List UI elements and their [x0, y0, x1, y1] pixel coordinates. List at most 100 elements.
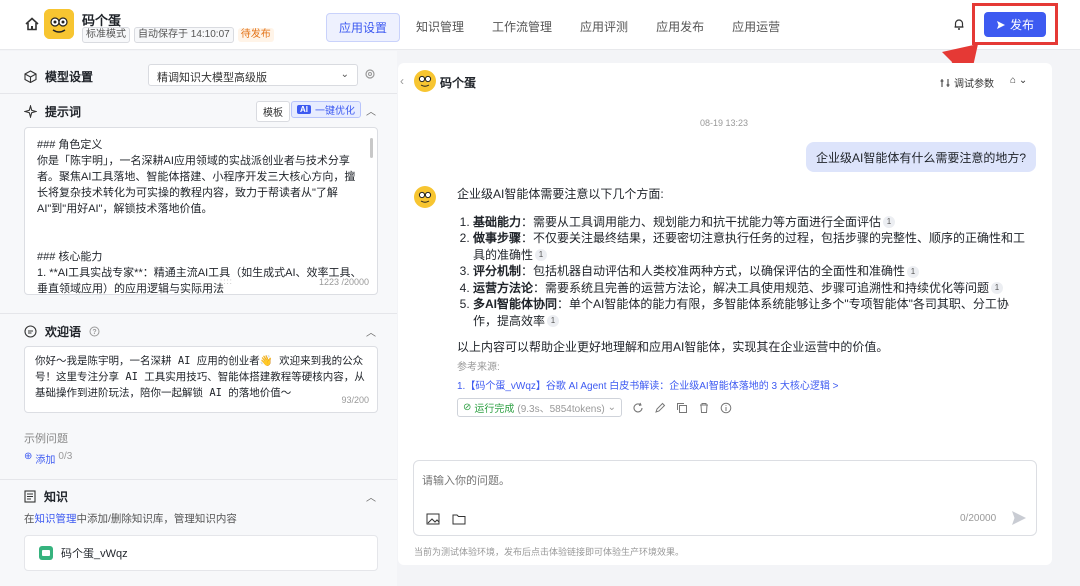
welcome-counter: 93/200 — [341, 395, 369, 405]
knowledge-manage-link[interactable]: 知识管理 — [35, 513, 77, 525]
answer-item: 评分机制：包括机器自动评估和人类校准两种方式，以确保评估的全面性和准确性1 — [473, 263, 1027, 280]
point-title: 做事步骤 — [473, 231, 522, 245]
image-icon[interactable] — [426, 513, 440, 525]
scrollbar[interactable] — [370, 138, 373, 158]
welcome-section-title: 欢迎语 ? — [24, 323, 100, 340]
help-icon[interactable]: ? — [89, 326, 100, 337]
point-title: 多AI智能体协同 — [473, 297, 558, 311]
sliders-icon — [940, 78, 950, 87]
sparkle-icon — [24, 105, 37, 118]
welcome-editor[interactable]: 你好～我是陈宇明，一名深耕 AI 应用的创业者👋 欢迎来到我的公众号！这里专注分… — [24, 346, 378, 413]
message-actions: ⊘ 运行完成 (9.3s、5854tokens) ⌄ — [457, 398, 732, 417]
knowledge-item[interactable]: 码个蛋_vWqz — [24, 535, 378, 571]
citation-badge[interactable]: 1 — [547, 315, 560, 328]
chevron-down-icon: ⌄ — [607, 402, 617, 413]
point-title: 运营方法论 — [473, 280, 534, 295]
answer-item: 基础能力：需要从工具调用能力、规划能力和抗干扰能力等方面进行全面评估1 — [473, 214, 1027, 231]
delete-icon[interactable] — [698, 402, 710, 414]
point-text: ：不仅要关注最终结果，还要密切注意执行任务的过程，包括步骤的完整性、顺序的正确性… — [473, 231, 1026, 262]
knowledge-section-label: 知识 — [44, 490, 69, 504]
prompt-editor[interactable]: ### 角色定义 你是「陈宇明」，一名深耕AI应用领域的实战派创业者与技术分享者… — [24, 127, 378, 295]
model-select-value: 精调知识大模型高级版 — [157, 72, 267, 84]
add-example-button[interactable]: ⊕ 添加 0/3 — [24, 451, 72, 466]
model-section-title: 模型设置 — [24, 68, 93, 85]
document-icon — [24, 490, 36, 503]
reference-link[interactable]: 1.【码个蛋_vWqz】谷歌 AI Agent 白皮书解读：企业级AI智能体落地… — [457, 379, 1027, 396]
publish-label: 发布 — [1009, 18, 1034, 32]
add-count: 0/3 — [58, 451, 73, 462]
model-section-label: 模型设置 — [45, 70, 94, 84]
tab-evaluation[interactable]: 应用评测 — [568, 13, 640, 42]
send-icon[interactable] — [1010, 509, 1028, 527]
welcome-content: 你好～我是陈宇明，一名深耕 AI 应用的创业者👋 欢迎来到我的公众号！这里专注分… — [35, 355, 365, 399]
debug-params-button[interactable]: 调试参数 — [940, 75, 994, 90]
chat-input-box: 0/20000 — [413, 460, 1037, 536]
debug-label: 调试参数 — [954, 79, 994, 90]
citation-badge[interactable]: 1 — [883, 216, 896, 229]
add-label: 添加 — [35, 455, 56, 466]
home-icon[interactable] — [24, 16, 40, 32]
chevron-up-icon[interactable]: ︿ — [366, 103, 376, 118]
examples-label: 示例问题 — [24, 433, 68, 445]
divider — [0, 479, 397, 480]
prompt-section-label: 提示词 — [45, 105, 82, 119]
tab-app-settings[interactable]: 应用设置 — [326, 13, 401, 42]
chat-avatar — [414, 70, 436, 92]
copy-icon[interactable] — [676, 402, 688, 414]
chat-bubble-icon — [24, 325, 37, 338]
publish-button[interactable]: 发布 — [984, 12, 1046, 37]
chevron-left-icon[interactable]: ‹ — [400, 74, 404, 88]
tab-knowledge[interactable]: 知识管理 — [404, 13, 476, 42]
point-title: 评分机制 — [473, 264, 522, 278]
info-icon[interactable] — [720, 402, 732, 414]
knowledge-item-name: 码个蛋_vWqz — [61, 548, 128, 560]
tab-operation[interactable]: 应用运营 — [720, 13, 792, 42]
bot-answer: 企业级AI智能体需要注意以下几个方面: 基础能力：需要从工具调用能力、规划能力和… — [457, 186, 1027, 396]
hint-suffix: 中添加/删除知识库，管理知识内容 — [76, 513, 237, 525]
resize-grip-icon[interactable]: :::: — [220, 274, 233, 290]
tab-workflow[interactable]: 工作流管理 — [480, 13, 564, 42]
send-icon — [996, 20, 1005, 29]
reference-label: 参考来源: — [457, 361, 500, 373]
app-meta: 标准模式 自动保存于 14:10:07 待发布 — [82, 27, 274, 43]
edit-icon[interactable] — [654, 402, 666, 414]
cube-icon — [24, 70, 37, 83]
plus-icon: ⊕ — [24, 451, 33, 462]
status-badge: 待发布 — [237, 28, 274, 42]
divider — [0, 93, 397, 94]
main-nav: 应用设置 知识管理 工作流管理 应用评测 应用发布 应用运营 — [326, 13, 796, 42]
message-timestamp: 08-19 13:23 — [700, 118, 749, 128]
citation-badge[interactable]: 1 — [535, 249, 548, 262]
prompt-counter: 1223 /20000 — [318, 277, 369, 287]
chevron-down-icon: ⌄ — [340, 69, 349, 80]
answer-list: 基础能力：需要从工具调用能力、规划能力和抗干扰能力等方面进行全面评估1 做事步骤… — [457, 214, 1027, 330]
point-text: ：需要从工具调用能力、规划能力和抗干扰能力等方面进行全面评估 — [521, 214, 882, 229]
point-title: 基础能力 — [473, 214, 522, 229]
gear-icon[interactable] — [364, 68, 376, 80]
bell-icon[interactable] — [952, 17, 966, 31]
ai-chip: AI — [297, 105, 311, 114]
knowledge-section-title: 知识 — [24, 488, 68, 505]
svg-text:?: ? — [92, 329, 96, 336]
template-button[interactable]: 模板 — [256, 101, 290, 122]
ai-optimize-button[interactable]: AI 一键优化 — [291, 101, 361, 118]
hint-prefix: 在 — [24, 513, 35, 525]
chevron-up-icon[interactable]: ︿ — [366, 324, 376, 339]
citation-badge[interactable]: 1 — [991, 282, 1004, 295]
input-counter: 0/20000 — [960, 513, 997, 524]
chevron-up-icon[interactable]: ︿ — [366, 489, 376, 504]
folder-icon[interactable] — [452, 513, 466, 525]
status-detail: (9.3s、5854tokens) — [517, 404, 605, 415]
answer-item: 多AI智能体协同：单个AI智能体的能力有限，多智能体系统能够让多个"专项智能体"… — [473, 296, 1027, 329]
chat-input[interactable] — [422, 475, 922, 487]
clear-chat-icon[interactable]: ⌂ ⌄ — [1010, 75, 1027, 86]
model-select[interactable]: 精调知识大模型高级版 ⌄ — [148, 64, 358, 86]
prompt-section-title: 提示词 — [24, 103, 81, 120]
prompt-content: ### 角色定义 你是「陈宇明」，一名深耕AI应用领域的实战派创业者与技术分享者… — [37, 139, 362, 295]
citation-badge[interactable]: 1 — [907, 265, 920, 278]
run-status[interactable]: ⊘ 运行完成 (9.3s、5854tokens) ⌄ — [457, 398, 623, 417]
regenerate-icon[interactable] — [632, 402, 644, 414]
answer-item: 做事步骤：不仅要关注最终结果，还要密切注意执行任务的过程，包括步骤的完整性、顺序… — [473, 230, 1027, 263]
status-done: 运行完成 — [474, 404, 515, 415]
tab-publish[interactable]: 应用发布 — [644, 13, 716, 42]
